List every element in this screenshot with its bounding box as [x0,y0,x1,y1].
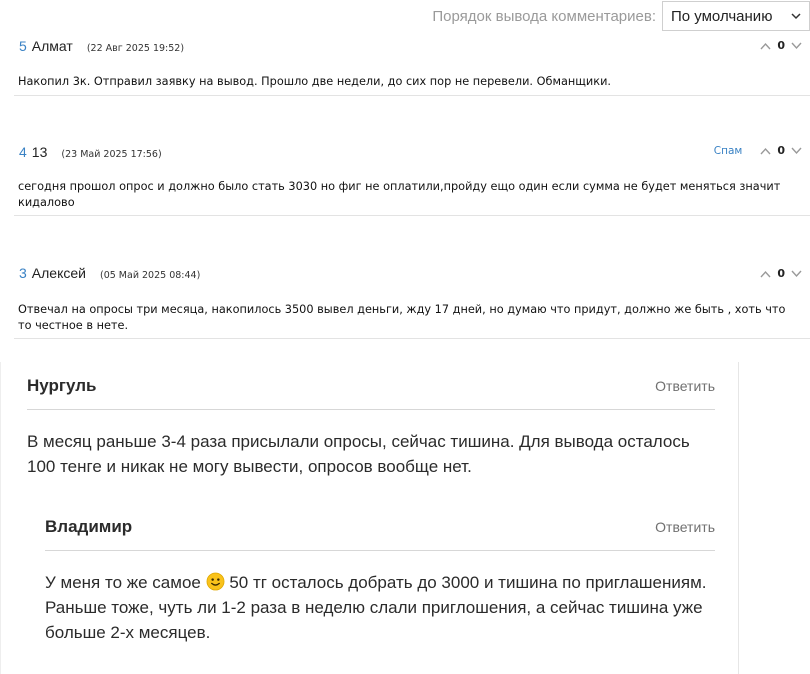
comment-score: 0 [777,39,785,52]
vote-up-icon[interactable] [760,42,771,50]
comment-sort-bar: Порядок вывода комментариев: По умолчани… [390,0,810,32]
vote-up-icon[interactable] [760,270,771,278]
comment-author: Алмат [31,38,73,54]
reply-button[interactable]: Ответить [655,519,715,535]
sort-selected-value: По умолчанию [671,7,773,25]
vote-up-icon[interactable] [760,147,771,155]
comment-item: 3 Алексей (05 Май 2025 08:44) 0 Отвечал … [14,265,810,339]
vote-down-icon[interactable] [791,270,802,278]
vote-down-icon[interactable] [791,147,802,155]
review-text: В месяц раньше 3-4 раза присылали опросы… [27,432,690,476]
chevron-down-icon [791,13,801,20]
reply-text-part: У меня то же самое [45,573,206,592]
comment-vote-controls: 0 [760,267,802,280]
review-header: Нургуль Ответить [27,374,715,398]
sort-label: Порядок вывода комментариев: [432,7,656,25]
comment-number: 4 [19,144,27,160]
comment-text: Накопил 3к. Отправил заявку на вывод. Пр… [18,75,612,88]
comment-number: 3 [19,265,27,281]
comment-header: 5 Алмат (22 Авг 2025 19:52) [19,38,184,54]
comment-date: (23 Май 2025 17:56) [61,149,162,160]
spam-link[interactable]: Спам [714,145,743,157]
reply-author: Владимир [45,517,133,536]
comment-text: Отвечал на опросы три месяца, накопилось… [18,303,786,332]
divider [27,409,715,410]
comment-item: 4 13 (23 Май 2025 17:56) Спам 0 сегодня … [14,144,810,216]
review-thread: Нургуль Ответить В месяц раньше 3-4 раза… [0,362,739,674]
comment-vote-controls: Спам 0 [714,144,802,157]
comment-date: (05 Май 2025 08:44) [99,270,201,281]
reply-header: Владимир Ответить [45,515,715,539]
comment-score: 0 [777,144,785,157]
reply-button[interactable]: Ответить [655,378,715,394]
comment-author: 13 [31,144,48,160]
reply-text: У меня то же самое 50 тг осталось добрат… [45,570,717,645]
comment-header: 4 13 (23 Май 2025 17:56) [19,144,162,160]
smiling-face-icon [206,572,225,591]
comment-item: 5 Алмат (22 Авг 2025 19:52) 0 Накопил 3к… [14,36,810,96]
divider [45,550,715,551]
comment-vote-controls: 0 [760,39,802,52]
vote-down-icon[interactable] [791,42,802,50]
comment-number: 5 [19,38,27,54]
comment-author: Алексей [31,265,86,281]
review-author: Нургуль [27,376,97,395]
comment-text: сегодня прошол опрос и должно было стать… [18,180,781,209]
comment-header: 3 Алексей (05 Май 2025 08:44) [19,265,200,281]
comment-score: 0 [777,267,785,280]
comment-date: (22 Авг 2025 19:52) [86,43,185,54]
sort-select[interactable]: По умолчанию [662,1,810,31]
